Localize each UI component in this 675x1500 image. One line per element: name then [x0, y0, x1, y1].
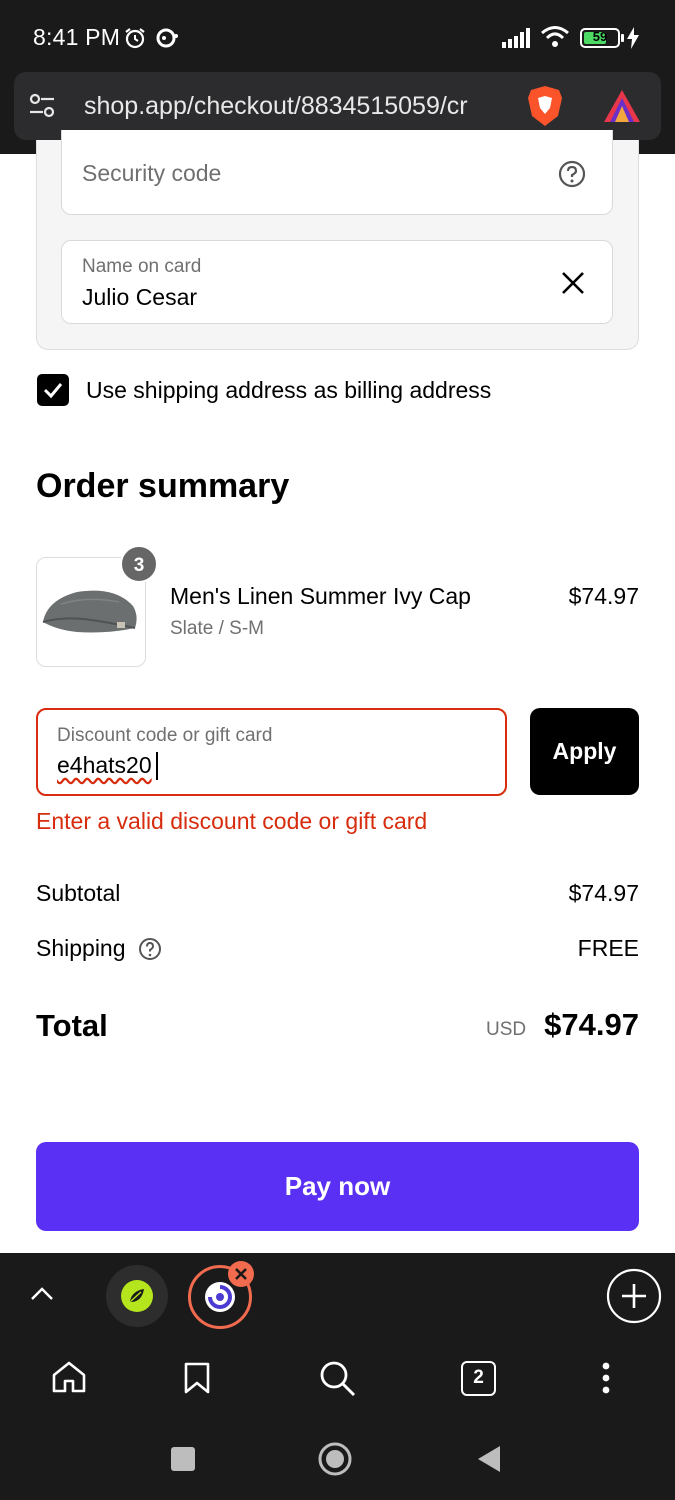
- product-name: Men's Linen Summer Ivy Cap: [170, 583, 471, 609]
- back-system-button[interactable]: [475, 1444, 503, 1474]
- help-icon[interactable]: [558, 160, 586, 188]
- discount-code-field[interactable]: Discount code or gift card e4hats20: [36, 708, 507, 796]
- clear-icon[interactable]: [560, 270, 586, 296]
- quantity-badge: 3: [120, 545, 158, 583]
- security-code-field[interactable]: Security code: [61, 130, 613, 215]
- search-icon[interactable]: [318, 1359, 358, 1399]
- product-variant: Slate / S-M: [170, 618, 264, 639]
- alarm-icon: [125, 28, 145, 49]
- billing-address-label[interactable]: Use shipping address as billing address: [86, 377, 491, 404]
- signal-icon: [502, 28, 530, 48]
- home-system-button[interactable]: [317, 1441, 353, 1477]
- recents-button[interactable]: [171, 1447, 195, 1471]
- brave-rewards-icon[interactable]: [602, 88, 642, 124]
- discount-code-value[interactable]: e4hats20: [57, 752, 152, 779]
- status-time: 8:41 PM: [33, 24, 121, 50]
- billing-address-checkbox[interactable]: [37, 374, 69, 406]
- more-menu-icon[interactable]: [596, 1360, 616, 1396]
- discount-code-label: Discount code or gift card: [57, 725, 273, 746]
- discount-error-message: Enter a valid discount code or gift card: [36, 808, 428, 834]
- wifi-icon: [541, 26, 569, 47]
- new-tab-plus-icon[interactable]: [606, 1268, 662, 1324]
- close-extension-icon[interactable]: [228, 1261, 254, 1287]
- url-text[interactable]: shop.app/checkout/8834515059/cr: [84, 92, 524, 121]
- extension-button-1[interactable]: [106, 1265, 168, 1327]
- name-on-card-field[interactable]: Name on card Julio Cesar: [61, 240, 613, 324]
- total-value: $74.97: [544, 1007, 639, 1042]
- notification-icon: [156, 28, 178, 48]
- charging-icon: [627, 27, 639, 49]
- product-price: $74.97: [568, 583, 639, 609]
- shipping-help-icon[interactable]: [138, 937, 162, 961]
- bookmark-icon[interactable]: [183, 1361, 211, 1395]
- name-on-card-label: Name on card: [82, 256, 202, 277]
- battery-level: 59: [592, 29, 608, 44]
- apply-button[interactable]: Apply: [530, 708, 639, 795]
- subtotal-label: Subtotal: [36, 880, 121, 906]
- total-label: Total: [36, 1008, 108, 1043]
- total-currency: USD: [486, 1019, 527, 1040]
- brave-shields-icon[interactable]: [526, 84, 564, 128]
- home-icon[interactable]: [51, 1360, 87, 1394]
- browser-bottom-bar: 2: [0, 1253, 675, 1500]
- subtotal-value: $74.97: [568, 880, 639, 906]
- site-settings-icon[interactable]: [28, 93, 56, 119]
- tabs-count-button[interactable]: 2: [461, 1361, 496, 1396]
- battery-icon: 59: [580, 28, 620, 48]
- status-bar: 8:41 PM 59: [0, 0, 675, 72]
- shipping-label: Shipping: [36, 935, 126, 961]
- order-summary-heading: Order summary: [36, 467, 290, 505]
- text-cursor: [156, 752, 158, 780]
- name-on-card-value[interactable]: Julio Cesar: [82, 284, 197, 311]
- checkmark-icon: [43, 383, 63, 399]
- shipping-value: FREE: [577, 935, 639, 961]
- extension-leaf-icon: [121, 1280, 153, 1312]
- security-code-placeholder: Security code: [82, 160, 222, 186]
- pay-now-button[interactable]: Pay now: [36, 1142, 639, 1231]
- chevron-up-icon[interactable]: [30, 1285, 54, 1301]
